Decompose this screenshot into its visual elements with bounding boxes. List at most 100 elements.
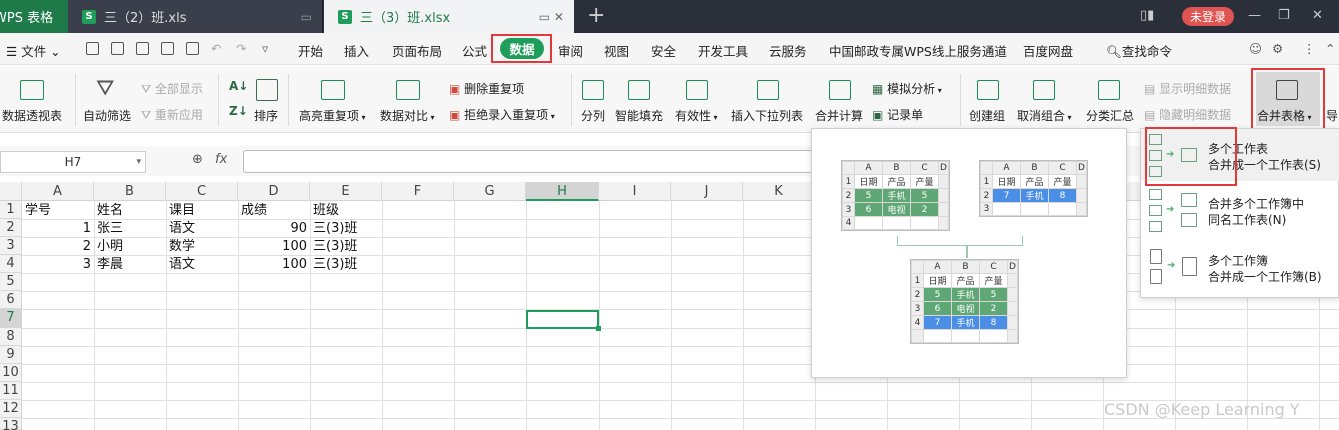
tab-pin-icon[interactable]: ▭ <box>301 10 312 24</box>
column-header[interactable]: E <box>310 182 382 201</box>
undo-icon[interactable]: ↶ <box>211 41 221 56</box>
menu-review[interactable]: 审阅 <box>558 41 583 60</box>
validity-button[interactable]: 有效性 ▾ <box>675 107 718 124</box>
menu-start[interactable]: 开始 <box>298 41 323 60</box>
formula-input[interactable] <box>243 150 813 173</box>
what-if-analysis-button[interactable]: ▦ 模拟分析 ▾ <box>872 80 942 97</box>
row-header[interactable]: 9 <box>0 346 22 364</box>
pivot-table-button[interactable]: 数据透视表 <box>2 107 62 124</box>
sort-ascending-icon[interactable]: A↓ <box>229 79 248 93</box>
cell-b4[interactable]: 李晨 <box>95 256 165 274</box>
cell-c4[interactable]: 语文 <box>167 256 237 274</box>
create-group-button[interactable]: 创建组 <box>969 107 1005 124</box>
cell-c2[interactable]: 语文 <box>167 220 237 238</box>
menu-baidu-pan[interactable]: 百度网盘 <box>1023 41 1073 60</box>
data-compare-button[interactable]: 数据对比 ▾ <box>380 107 435 124</box>
cell-d1[interactable]: 成绩 <box>239 202 309 220</box>
cell-e1[interactable]: 班级 <box>311 202 381 220</box>
column-header[interactable]: I <box>599 182 671 201</box>
insert-dropdown-list-button[interactable]: 插入下拉列表 <box>731 107 803 124</box>
cell-d3[interactable]: 100 <box>239 238 309 256</box>
cell-d4[interactable]: 100 <box>239 256 309 274</box>
tablet-mode-icon[interactable]: ▯▮ <box>1140 8 1154 23</box>
row-header[interactable]: 5 <box>0 273 22 291</box>
row-header[interactable]: 6 <box>0 291 22 309</box>
ungroup-button[interactable]: 取消组合 ▾ <box>1017 107 1072 124</box>
cell-c1[interactable]: 课目 <box>167 202 237 220</box>
menu-view[interactable]: 视图 <box>604 41 629 60</box>
sort-button[interactable]: 排序 <box>254 107 278 124</box>
row-header-selected[interactable]: 7 <box>0 309 22 328</box>
menu-insert[interactable]: 插入 <box>344 41 369 60</box>
row-header[interactable]: 4 <box>0 255 22 273</box>
selected-cell-h7[interactable] <box>526 310 601 331</box>
select-all-corner[interactable] <box>0 182 22 201</box>
menu-postal-channel[interactable]: 中国邮政专属WPS线上服务通道 <box>829 41 1007 60</box>
subtotal-button[interactable]: 分类汇总 <box>1086 107 1134 124</box>
new-tab-icon[interactable]: + <box>587 3 605 28</box>
minimize-icon[interactable]: — <box>1248 8 1261 23</box>
row-header[interactable]: 8 <box>0 328 22 346</box>
row-header[interactable]: 2 <box>0 219 22 237</box>
cell-b3[interactable]: 小明 <box>95 238 165 256</box>
column-header[interactable]: J <box>671 182 743 201</box>
menu-formula[interactable]: 公式 <box>462 41 487 60</box>
column-header[interactable]: G <box>454 182 526 201</box>
show-all-button[interactable]: ⛛ 全部显示 <box>141 80 203 97</box>
column-header-selected[interactable]: H <box>526 182 599 201</box>
autofilter-button[interactable]: 自动筛选 <box>83 107 131 124</box>
cell-e4[interactable]: 三(3)班 <box>311 256 381 274</box>
menu-item-merge-same-name-sheets[interactable]: ➜ 合并多个工作簿中 同名工作表(N) <box>1141 187 1339 239</box>
fx-icon[interactable]: fx <box>215 152 227 167</box>
file-menu[interactable]: ☰ 文件 ⌄ <box>6 41 61 60</box>
menu-page-layout[interactable]: 页面布局 <box>392 41 442 60</box>
sort-descending-icon[interactable]: Z↓ <box>229 104 248 118</box>
search-command[interactable]: 🔍︎查找命令 <box>1106 41 1172 60</box>
row-header[interactable]: 11 <box>0 382 22 400</box>
pdf-icon[interactable] <box>136 42 149 55</box>
consolidate-button[interactable]: 合并计算 <box>815 107 863 124</box>
cell-a4[interactable]: 3 <box>23 256 93 274</box>
row-header[interactable]: 13 <box>0 418 22 430</box>
zoom-formula-icon[interactable]: ⊕ <box>192 152 203 167</box>
cell-b1[interactable]: 姓名 <box>95 202 165 220</box>
column-header[interactable]: K <box>743 182 815 201</box>
tab-close-icon[interactable]: ▭ ✕ <box>539 10 564 24</box>
cell-d2[interactable]: 90 <box>239 220 309 238</box>
print-preview-icon[interactable] <box>186 42 199 55</box>
record-form-button[interactable]: ▣ 记录单 <box>872 106 923 123</box>
restore-icon[interactable]: ❐ <box>1278 8 1290 23</box>
name-box[interactable]: H7 ▾ <box>0 151 146 173</box>
menu-developer[interactable]: 开发工具 <box>698 41 748 60</box>
highlight-duplicates-button[interactable]: 高亮重复项 ▾ <box>299 107 366 124</box>
redo-icon[interactable]: ↷ <box>236 41 246 56</box>
tab-wps-home[interactable]: WPS 表格 <box>0 0 68 33</box>
split-column-button[interactable]: 分列 <box>581 107 605 124</box>
flash-fill-button[interactable]: 智能填充 <box>615 107 663 124</box>
menu-cloud[interactable]: 云服务 <box>769 41 807 60</box>
cell-a2[interactable]: 1 <box>23 220 93 238</box>
column-header[interactable]: F <box>382 182 454 201</box>
cell-e2[interactable]: 三(3)班 <box>311 220 381 238</box>
menu-item-merge-workbooks[interactable]: ➜ 多个工作簿 合并成一个工作簿(B) <box>1141 243 1339 295</box>
tab-file-class3[interactable]: S 三（3）班.xlsx ▭ ✕ <box>324 0 574 33</box>
close-window-icon[interactable]: ✕ <box>1312 8 1323 23</box>
login-button[interactable]: 未登录 <box>1182 7 1234 26</box>
gear-icon[interactable]: ⚙ <box>1272 41 1283 56</box>
cell-a3[interactable]: 2 <box>23 238 93 256</box>
print-icon[interactable] <box>161 42 174 55</box>
row-header[interactable]: 3 <box>0 237 22 255</box>
cell-a1[interactable]: 学号 <box>23 202 93 220</box>
reject-duplicates-button[interactable]: ▣ 拒绝录入重复项 ▾ <box>449 106 555 123</box>
column-header[interactable]: A <box>22 182 94 201</box>
quick-access-dropdown-icon[interactable]: ▿ <box>262 41 268 56</box>
row-header[interactable]: 10 <box>0 364 22 382</box>
reapply-button[interactable]: ⛛ 重新应用 <box>141 106 203 123</box>
save-icon[interactable] <box>111 42 124 55</box>
row-header[interactable]: 12 <box>0 400 22 418</box>
more-icon[interactable]: ⋮ <box>1303 41 1316 56</box>
export-button[interactable]: 导 <box>1326 107 1338 124</box>
column-header[interactable]: C <box>166 182 238 201</box>
feedback-icon[interactable]: ☺ <box>1249 41 1262 56</box>
delete-duplicates-button[interactable]: ▣ 删除重复项 <box>449 80 524 97</box>
